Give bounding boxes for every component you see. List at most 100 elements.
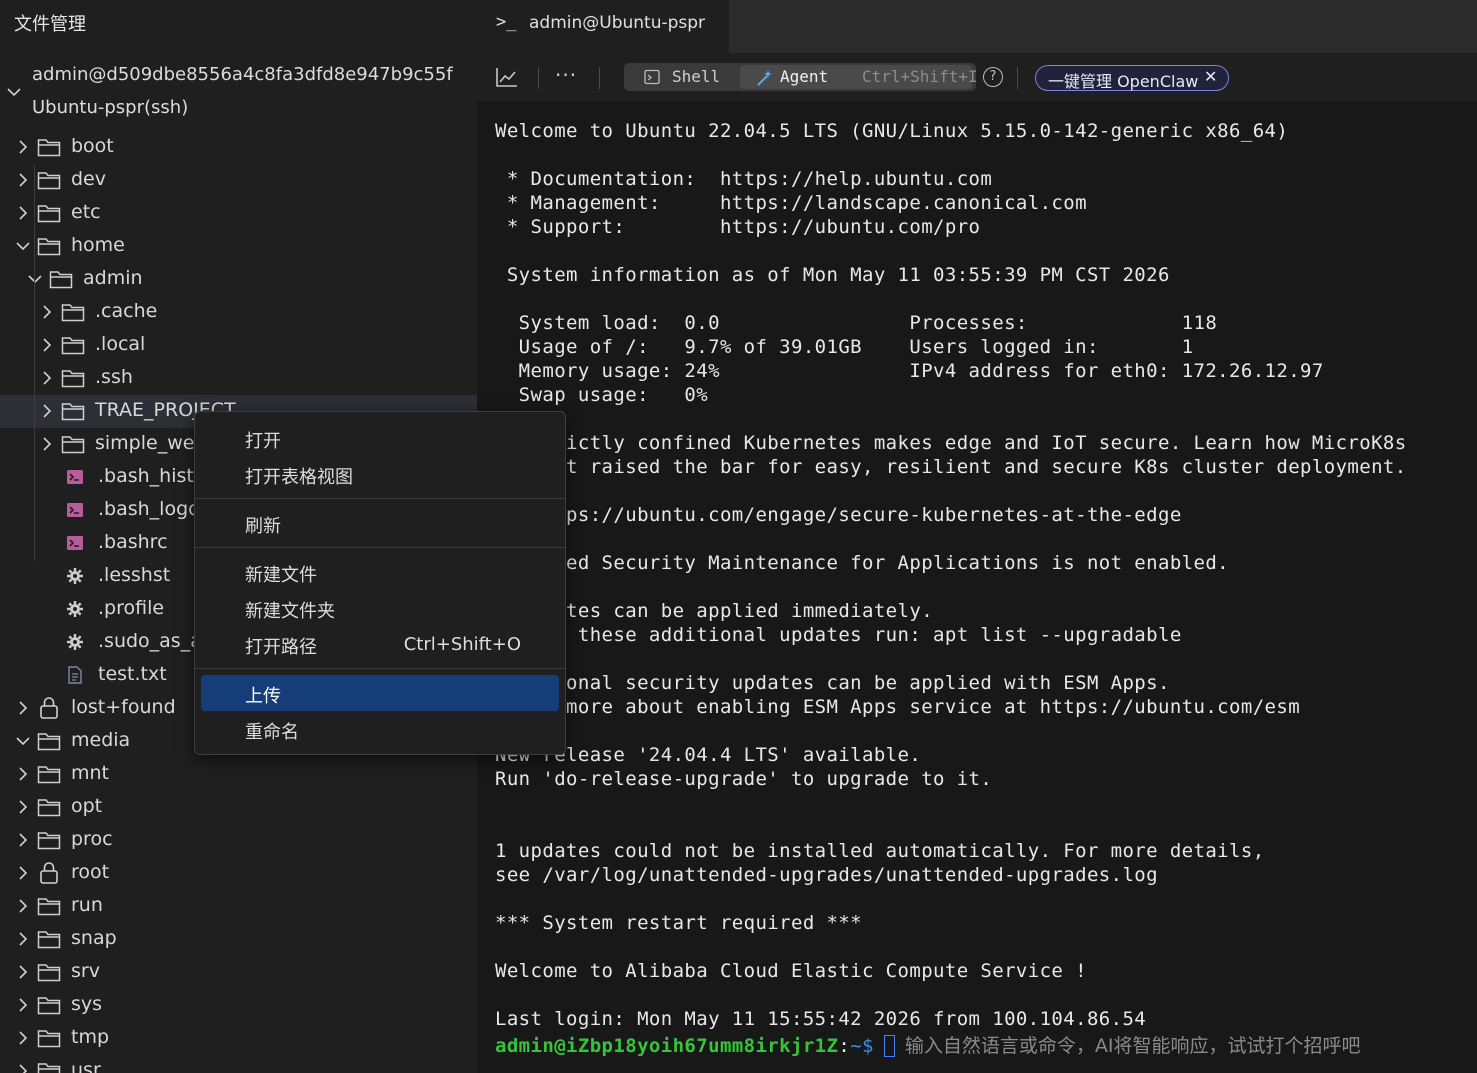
tree-item-proc[interactable]: proc — [0, 824, 477, 857]
terminal-window-icon — [644, 69, 660, 85]
terminal-file-icon — [63, 466, 87, 488]
tree-item-mnt[interactable]: mnt — [0, 758, 477, 791]
chevron-right-icon[interactable] — [15, 898, 31, 914]
terminal-line: System information as of Mon May 11 03:5… — [495, 264, 1170, 286]
tree-item-label: snap — [71, 927, 117, 949]
menu-item[interactable]: 新建文件夹 — [201, 590, 559, 626]
openclaw-chip[interactable]: 一键管理 OpenClaw ✕ — [1035, 65, 1229, 91]
chevron-right-icon[interactable] — [15, 1030, 31, 1046]
terminal-output[interactable]: Welcome to Ubuntu 22.04.5 LTS (GNU/Linux… — [477, 101, 1477, 1073]
folder-icon — [37, 796, 61, 818]
menu-item[interactable]: 打开表格视图 — [201, 456, 559, 492]
chevron-right-icon[interactable] — [15, 931, 31, 947]
agent-mode-button[interactable]: Agent Ctrl+Shift+I — [740, 65, 978, 89]
menu-item[interactable]: 打开路径 Ctrl+Shift+O — [201, 626, 559, 662]
tree-item-run[interactable]: run — [0, 890, 477, 923]
tree-item-root[interactable]: root — [0, 857, 477, 890]
menu-item[interactable]: 上传 — [201, 675, 559, 711]
menu-item-label: 上传 — [245, 686, 281, 707]
tree-item-etc[interactable]: etc — [0, 197, 477, 230]
gear-icon — [63, 598, 87, 620]
connection-host[interactable]: admin@d509dbe8556a4c8fa3dfd8e947b9c55f — [32, 64, 453, 85]
tab-terminal[interactable]: >_ admin@Ubuntu-pspr — [477, 0, 729, 53]
folder-icon — [37, 829, 61, 851]
chevron-right-icon[interactable] — [15, 700, 31, 716]
close-icon[interactable]: ✕ — [1204, 67, 1217, 86]
tree-item-home[interactable]: home — [0, 230, 477, 263]
tree-item-label: test.txt — [98, 663, 167, 685]
chevron-right-icon[interactable] — [15, 1063, 31, 1073]
tree-item-label: .profile — [98, 597, 165, 619]
terminal-line: Welcome to Ubuntu 22.04.5 LTS (GNU/Linux… — [495, 120, 1289, 142]
chevron-right-icon[interactable] — [15, 865, 31, 881]
chevron-right-icon[interactable] — [39, 337, 55, 353]
terminal-line: https://ubuntu.com/engage/secure-kuberne… — [495, 504, 1182, 526]
tree-item-admin[interactable]: admin — [0, 263, 477, 296]
chevron-down-icon[interactable] — [27, 271, 43, 287]
tree-item-tmp[interactable]: tmp — [0, 1022, 477, 1055]
tree-item-local[interactable]: .local — [0, 329, 477, 362]
tree-item-label: .ssh — [95, 366, 133, 388]
tree-item-label: mnt — [71, 762, 109, 784]
indent-guide — [34, 297, 35, 396]
tree-item-sys[interactable]: sys — [0, 989, 477, 1022]
prompt-line[interactable]: admin@iZbp18yoih67umm8irkjr1Z:~$ 输入自然语言或命… — [495, 1031, 1360, 1058]
chevron-down-icon[interactable] — [6, 84, 22, 100]
chevron-right-icon[interactable] — [15, 799, 31, 815]
menu-item[interactable]: 刷新 — [201, 505, 559, 541]
menu-item[interactable]: 打开 — [201, 420, 559, 456]
folder-icon — [37, 730, 61, 752]
menu-item[interactable]: 重命名 — [201, 711, 559, 747]
connection-name[interactable]: Ubuntu-pspr(ssh) — [32, 97, 188, 118]
tree-item-dev[interactable]: dev — [0, 164, 477, 197]
tree-item-label: lost+found — [71, 696, 176, 718]
menu-item[interactable]: 新建文件 — [201, 554, 559, 590]
tree-item-usr[interactable]: usr — [0, 1055, 477, 1073]
folder-icon — [37, 235, 61, 257]
help-icon[interactable]: ? — [983, 67, 1003, 87]
chevron-right-icon[interactable] — [39, 436, 55, 452]
sparkle-wand-icon — [757, 70, 772, 86]
terminal-line: * Support: https://ubuntu.com/pro — [495, 216, 981, 238]
shell-mode-button[interactable]: Shell — [628, 65, 736, 89]
terminal-line: Run 'do-release-upgrade' to upgrade to i… — [495, 768, 993, 790]
tab-bar: >_ admin@Ubuntu-pspr — [477, 0, 1477, 53]
chevron-right-icon[interactable] — [15, 766, 31, 782]
chevron-right-icon[interactable] — [15, 172, 31, 188]
chevron-down-icon[interactable] — [15, 238, 31, 254]
prompt-path: ~$ — [850, 1035, 874, 1057]
terminal-line: Additional security updates can be appli… — [495, 672, 1170, 694]
openclaw-label: 一键管理 OpenClaw — [1048, 72, 1199, 91]
command-input-placeholder[interactable]: 输入自然语言或命令，AI将智能响应，试试打个招呼吧 — [905, 1035, 1361, 1057]
tree-item-opt[interactable]: opt — [0, 791, 477, 824]
tree-item-label: srv — [71, 960, 100, 982]
tree-item-label: media — [71, 729, 131, 751]
chevron-right-icon[interactable] — [15, 832, 31, 848]
tree-item-ssh[interactable]: .ssh — [0, 362, 477, 395]
chevron-right-icon[interactable] — [15, 997, 31, 1013]
chart-icon[interactable] — [495, 66, 519, 88]
terminal-line: Swap usage: 0% — [495, 384, 709, 406]
chevron-right-icon[interactable] — [39, 403, 55, 419]
tree-item-snap[interactable]: snap — [0, 923, 477, 956]
tree-item-label: boot — [71, 135, 114, 157]
menu-item-label: 打开路径 — [245, 637, 317, 658]
chevron-down-icon[interactable] — [15, 733, 31, 749]
folder-icon — [37, 136, 61, 158]
menu-item-label: 新建文件 — [245, 565, 317, 586]
mode-switcher: Shell Agent Ctrl+Shift+I — [624, 63, 978, 91]
menu-item-label: 打开 — [245, 431, 281, 452]
chevron-right-icon[interactable] — [15, 205, 31, 221]
terminal-line: *** System restart required *** — [495, 912, 863, 934]
chevron-right-icon[interactable] — [15, 964, 31, 980]
chevron-right-icon[interactable] — [15, 139, 31, 155]
gear-icon — [63, 565, 87, 587]
chevron-right-icon[interactable] — [39, 304, 55, 320]
tree-item-boot[interactable]: boot — [0, 131, 477, 164]
terminal-line: Usage of /: 9.7% of 39.01GB Users logged… — [495, 336, 1194, 358]
tree-item-srv[interactable]: srv — [0, 956, 477, 989]
tree-item-cache[interactable]: .cache — [0, 296, 477, 329]
more-button[interactable]: ··· — [555, 63, 577, 87]
chevron-right-icon[interactable] — [39, 370, 55, 386]
folder-icon — [61, 400, 85, 422]
